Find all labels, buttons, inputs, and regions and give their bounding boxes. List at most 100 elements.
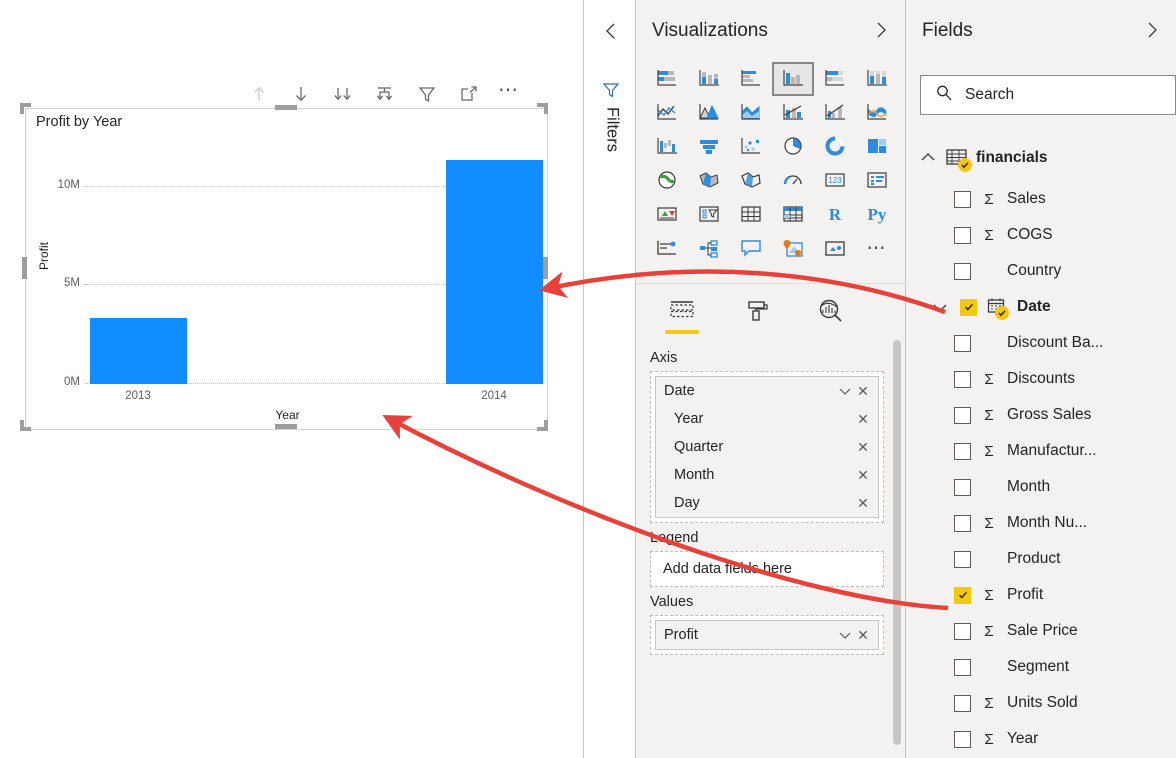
treemap-icon[interactable]: [856, 130, 898, 164]
field-row-country[interactable]: Σ Country: [906, 253, 1176, 289]
hundred-percent-stacked-column-chart-icon[interactable]: [856, 62, 898, 96]
field-row-manufacturing-price[interactable]: Σ Manufactur...: [906, 433, 1176, 469]
fields-table-financials[interactable]: financials: [906, 134, 1176, 181]
field-checkbox[interactable]: [954, 550, 971, 568]
field-row-units-sold[interactable]: Σ Units Sold: [906, 685, 1176, 721]
field-row-sale-price[interactable]: Σ Sale Price: [906, 613, 1176, 649]
bar-2013[interactable]: [90, 318, 187, 384]
key-influencers-icon[interactable]: [646, 232, 688, 266]
decomposition-tree-icon[interactable]: [688, 232, 730, 266]
chevron-down-icon[interactable]: [930, 301, 950, 313]
tab-analytics[interactable]: [810, 291, 850, 331]
well-item-day[interactable]: Day ✕: [656, 489, 878, 517]
field-checkbox[interactable]: [954, 586, 971, 604]
pie-chart-icon[interactable]: [772, 130, 814, 164]
resize-handle-middle-left[interactable]: [22, 257, 27, 279]
resize-handle-middle-right[interactable]: [543, 257, 548, 279]
field-row-gross-sales[interactable]: Σ Gross Sales: [906, 397, 1176, 433]
chevron-right-icon[interactable]: [871, 20, 891, 40]
filled-map-icon[interactable]: [688, 164, 730, 198]
well-drop-values[interactable]: Profit ✕: [650, 615, 884, 655]
clustered-bar-chart-icon[interactable]: [730, 62, 772, 96]
stacked-column-chart-icon[interactable]: [688, 62, 730, 96]
field-checkbox[interactable]: [954, 262, 971, 280]
well-item-date[interactable]: Date ✕: [656, 377, 878, 405]
get-more-visuals-icon[interactable]: ⋯: [856, 232, 898, 266]
gauge-icon[interactable]: [772, 164, 814, 198]
field-checkbox[interactable]: [954, 190, 971, 208]
remove-field-icon[interactable]: ✕: [854, 627, 872, 644]
table-icon[interactable]: [730, 198, 772, 232]
well-item-quarter[interactable]: Quarter ✕: [656, 433, 878, 461]
field-row-cogs[interactable]: Σ COGS: [906, 217, 1176, 253]
resize-handle-bottom-center[interactable]: [275, 424, 297, 429]
hundred-percent-stacked-bar-chart-icon[interactable]: [814, 62, 856, 96]
well-item-profit[interactable]: Profit ✕: [656, 621, 878, 649]
resize-handle-top-center[interactable]: [275, 105, 297, 110]
field-row-product[interactable]: Σ Product: [906, 541, 1176, 577]
remove-field-icon[interactable]: ✕: [854, 467, 872, 484]
shape-map-icon[interactable]: [730, 164, 772, 198]
well-item-year[interactable]: Year ✕: [656, 405, 878, 433]
field-row-month[interactable]: Σ Month: [906, 469, 1176, 505]
chevron-down-icon[interactable]: [836, 630, 854, 640]
field-row-sales[interactable]: Σ Sales: [906, 181, 1176, 217]
remove-field-icon[interactable]: ✕: [854, 383, 872, 400]
field-checkbox[interactable]: [954, 406, 971, 424]
drill-mode-icon[interactable]: [372, 81, 398, 107]
well-drop-axis[interactable]: Date ✕ Year ✕ Quarter ✕ Month ✕ Day ✕: [650, 371, 884, 523]
well-item-month[interactable]: Month ✕: [656, 461, 878, 489]
stacked-bar-chart-icon[interactable]: [646, 62, 688, 96]
slicer-icon[interactable]: [688, 198, 730, 232]
search-input[interactable]: Search: [920, 75, 1176, 115]
drill-down-icon[interactable]: [288, 81, 314, 107]
multi-row-card-icon[interactable]: [856, 164, 898, 198]
scatter-chart-icon[interactable]: [730, 130, 772, 164]
profit-by-year-visual[interactable]: Profit by Year 10M 5M 0M 2013 2014 Profi…: [25, 108, 548, 430]
funnel-chart-icon[interactable]: [688, 130, 730, 164]
field-row-discounts[interactable]: Σ Discounts: [906, 361, 1176, 397]
field-checkbox[interactable]: [954, 694, 971, 712]
line-and-stacked-column-chart-icon[interactable]: [772, 96, 814, 130]
resize-handle-bottom-left[interactable]: [20, 419, 32, 431]
arcgis-maps-icon[interactable]: [772, 232, 814, 266]
chevron-left-icon[interactable]: [600, 20, 622, 42]
tab-format[interactable]: [736, 291, 776, 331]
drill-up-icon[interactable]: [246, 81, 272, 107]
ribbon-chart-icon[interactable]: [856, 96, 898, 130]
remove-field-icon[interactable]: ✕: [854, 439, 872, 456]
field-checkbox[interactable]: [954, 370, 971, 388]
tab-fields[interactable]: [662, 291, 702, 334]
resize-handle-top-left[interactable]: [20, 103, 32, 115]
matrix-icon[interactable]: [772, 198, 814, 232]
filter-icon[interactable]: [414, 81, 440, 107]
resize-handle-bottom-right[interactable]: [536, 419, 548, 431]
chevron-up-icon[interactable]: [918, 152, 938, 164]
field-row-segment[interactable]: Σ Segment: [906, 649, 1176, 685]
field-row-date[interactable]: Date: [906, 289, 1176, 325]
field-checkbox[interactable]: [954, 658, 971, 676]
chevron-down-icon[interactable]: [836, 386, 854, 396]
field-row-discount-band[interactable]: Σ Discount Ba...: [906, 325, 1176, 361]
donut-chart-icon[interactable]: [814, 130, 856, 164]
report-canvas[interactable]: ⋯ Profit by Year 10M 5M 0M 2013 2014 Pro…: [0, 0, 583, 758]
focus-mode-icon[interactable]: [456, 81, 482, 107]
filter-funnel-icon[interactable]: [601, 80, 621, 100]
expand-all-icon[interactable]: [330, 81, 356, 107]
filters-pane-collapsed[interactable]: Filters: [583, 0, 636, 758]
field-row-month-number[interactable]: Σ Month Nu...: [906, 505, 1176, 541]
field-row-year[interactable]: Σ Year: [906, 721, 1176, 757]
area-chart-icon[interactable]: [688, 96, 730, 130]
chevron-right-icon[interactable]: [1142, 20, 1162, 40]
r-script-visual-icon[interactable]: R: [814, 198, 856, 232]
bar-2014[interactable]: [446, 160, 543, 384]
field-checkbox[interactable]: [954, 226, 971, 244]
field-checkbox[interactable]: [960, 298, 977, 316]
stacked-area-chart-icon[interactable]: [730, 96, 772, 130]
field-row-profit[interactable]: Σ Profit: [906, 577, 1176, 613]
remove-field-icon[interactable]: ✕: [854, 411, 872, 428]
waterfall-chart-icon[interactable]: [646, 130, 688, 164]
resize-handle-top-right[interactable]: [536, 103, 548, 115]
line-and-clustered-column-chart-icon[interactable]: [814, 96, 856, 130]
paginated-report-icon[interactable]: [814, 232, 856, 266]
